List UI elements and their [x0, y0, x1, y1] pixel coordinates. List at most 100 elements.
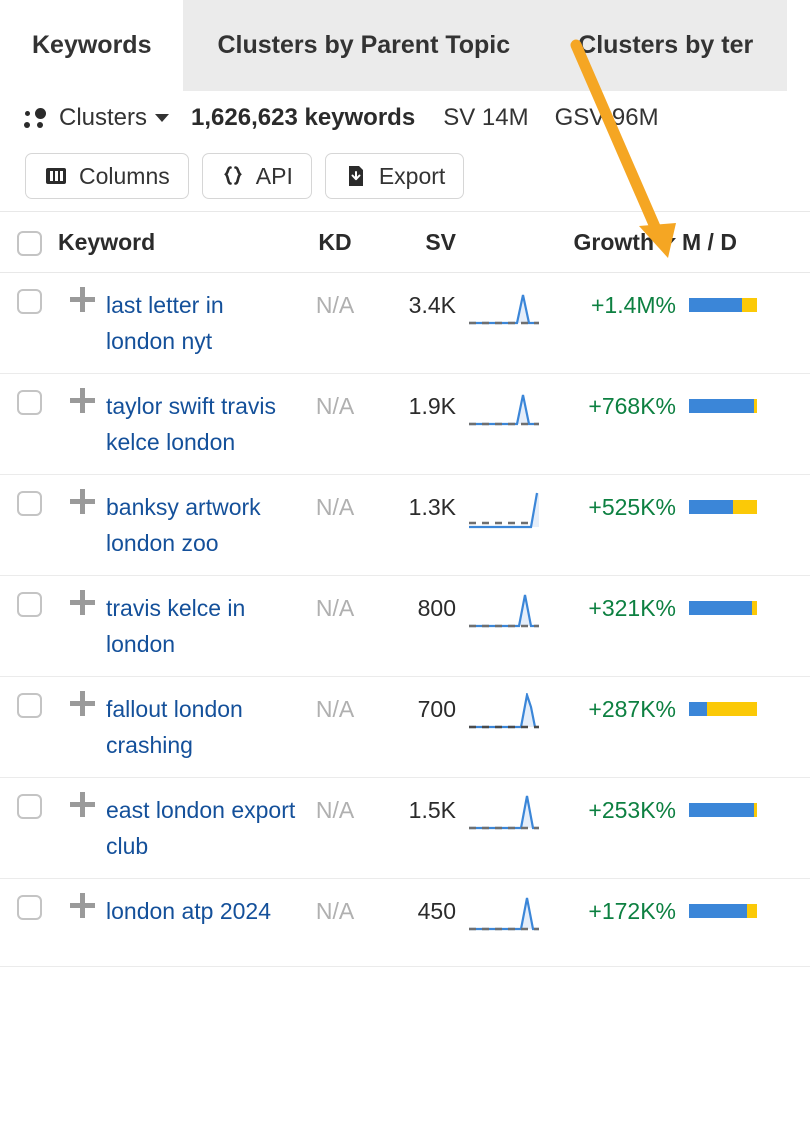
plus-icon[interactable] [69, 388, 95, 413]
columns-icon [46, 168, 66, 184]
table-row[interactable]: travis kelce in london N/A 800 +321K% [0, 576, 810, 677]
plus-icon[interactable] [69, 893, 95, 918]
plus-icon[interactable] [69, 691, 95, 716]
row-checkbox[interactable] [16, 592, 42, 617]
sort-descending-icon[interactable] [662, 238, 676, 246]
row-select-cell [0, 691, 58, 718]
add-keyword-cell [58, 691, 106, 716]
sparkline-chart [468, 492, 539, 529]
keyword-link[interactable]: banksy artwork london zoo [106, 489, 296, 561]
sv-value: 3.4K [408, 292, 456, 318]
plus-icon[interactable] [69, 792, 95, 817]
md-ratio-cell [680, 691, 766, 716]
row-checkbox[interactable] [16, 491, 42, 516]
header-growth[interactable]: Growth [551, 224, 676, 260]
growth-value: +321K% [588, 595, 676, 621]
table-row[interactable]: taylor swift travis kelce london N/A 1.9… [0, 374, 810, 475]
kd-value: N/A [315, 898, 355, 924]
header-sv[interactable]: SV [374, 224, 456, 260]
header-keyword[interactable]: Keyword [58, 224, 296, 260]
clusters-mode-label[interactable]: Clusters [59, 104, 147, 132]
toolbar: Columns API Export [0, 145, 810, 207]
chevron-down-icon[interactable] [155, 114, 170, 122]
table-row[interactable]: last letter in london nyt N/A 3.4K +1.4M… [0, 273, 810, 374]
kd-value: N/A [315, 696, 355, 722]
growth-value: +768K% [588, 393, 676, 419]
api-button-label: API [255, 162, 293, 189]
desktop-segment [742, 298, 757, 312]
export-download-icon [348, 166, 363, 186]
table-body: last letter in london nyt N/A 3.4K +1.4M… [0, 273, 810, 967]
add-keyword-cell [58, 590, 106, 615]
keyword-link[interactable]: last letter in london nyt [106, 287, 296, 359]
growth-value: +253K% [588, 797, 676, 823]
export-button[interactable]: Export [324, 153, 465, 199]
header-kd[interactable]: KD [296, 224, 374, 260]
row-select-cell [0, 489, 58, 516]
export-button-label: Export [378, 162, 446, 189]
tab-clusters-by-terms[interactable]: Clusters by ter [544, 0, 788, 91]
table-row[interactable]: east london export club N/A 1.5K +253K% [0, 778, 810, 879]
mobile-desktop-bar [689, 803, 757, 817]
trend-sparkline-cell [456, 893, 551, 935]
tab-clusters-by-parent-topic[interactable]: Clusters by Parent Topic [183, 0, 545, 91]
row-checkbox[interactable] [16, 895, 42, 920]
trend-sparkline-cell [456, 590, 551, 632]
table-row[interactable]: london atp 2024 N/A 450 +172K% [0, 879, 810, 967]
clusters-dots-icon [24, 105, 50, 131]
md-ratio-cell [680, 489, 766, 514]
table-row[interactable]: banksy artwork london zoo N/A 1.3K +525K… [0, 475, 810, 576]
header-md[interactable]: M / D [676, 229, 762, 256]
mobile-segment [689, 399, 754, 413]
row-checkbox[interactable] [16, 289, 42, 314]
tab-clusters-by-terms-label: Clusters by ter [578, 31, 754, 59]
mobile-segment [689, 803, 755, 817]
keyword-link[interactable]: fallout london crashing [106, 691, 296, 763]
row-select-cell [0, 893, 58, 920]
tab-clusters-by-parent-topic-label: Clusters by Parent Topic [217, 31, 511, 59]
plus-icon[interactable] [69, 489, 95, 514]
columns-button-label: Columns [79, 162, 170, 189]
mobile-desktop-bar [689, 399, 757, 413]
desktop-segment [706, 702, 757, 716]
mobile-desktop-bar [689, 298, 757, 312]
kd-value: N/A [315, 797, 355, 823]
growth-value: +287K% [588, 696, 676, 722]
add-keyword-cell [58, 489, 106, 514]
gsv-total: GSV 96M [554, 104, 659, 131]
trend-sparkline-cell [456, 792, 551, 834]
keyword-link[interactable]: east london export club [106, 792, 296, 864]
table-row[interactable]: fallout london crashing N/A 700 +287K% [0, 677, 810, 778]
desktop-segment [746, 904, 757, 918]
kd-value: N/A [315, 292, 355, 318]
mobile-desktop-bar [689, 500, 757, 514]
row-select-cell [0, 388, 58, 415]
columns-button[interactable]: Columns [25, 153, 189, 199]
plus-icon[interactable] [69, 590, 95, 615]
keyword-link[interactable]: taylor swift travis kelce london [106, 388, 296, 460]
tab-keywords[interactable]: Keywords [0, 0, 184, 91]
sv-value: 1.9K [408, 393, 456, 419]
plus-icon[interactable] [69, 287, 95, 312]
mobile-desktop-bar [689, 904, 757, 918]
mobile-segment [689, 500, 733, 514]
sparkline-chart [468, 897, 539, 931]
row-select-cell [0, 287, 58, 314]
trend-sparkline-cell [456, 287, 551, 329]
tab-bar: Keywords Clusters by Parent Topic Cluste… [0, 0, 810, 91]
keyword-link[interactable]: london atp 2024 [106, 893, 296, 929]
row-checkbox[interactable] [16, 390, 42, 415]
kd-value: N/A [315, 393, 355, 419]
trend-sparkline-cell [456, 489, 551, 531]
keyword-link[interactable]: travis kelce in london [106, 590, 296, 662]
sparkline-chart [468, 294, 539, 325]
desktop-segment [732, 500, 757, 514]
sparkline-chart [468, 394, 539, 426]
keywords-count: 1,626,623 keywords [191, 104, 416, 131]
sparkline-chart [468, 693, 539, 729]
md-ratio-cell [680, 287, 766, 312]
select-all-checkbox[interactable] [16, 230, 42, 256]
row-checkbox[interactable] [16, 693, 42, 718]
api-button[interactable]: API [201, 153, 312, 199]
row-checkbox[interactable] [16, 794, 42, 819]
